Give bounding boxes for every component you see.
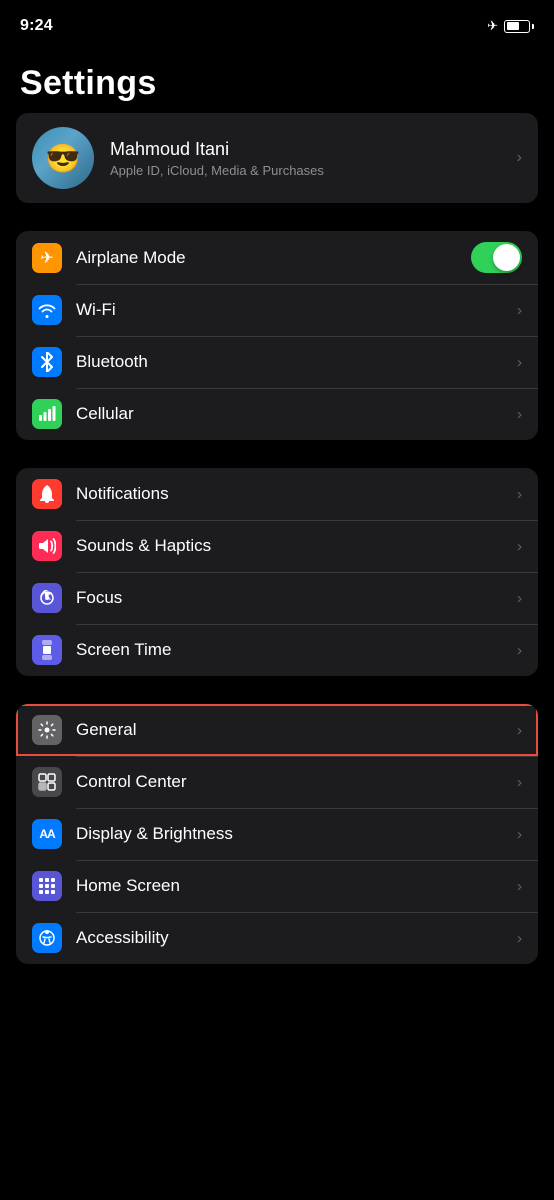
display-brightness-row[interactable]: AA Display & Brightness › [16,808,538,860]
sounds-label: Sounds & Haptics [76,536,517,556]
general-section: General › Control Center › AA Display & … [16,704,538,964]
accessibility-row[interactable]: Accessibility › [16,912,538,964]
display-brightness-icon: AA [32,819,62,849]
wifi-icon [32,295,62,325]
notifications-section: Notifications › Sounds & Haptics › [16,468,538,676]
notifications-icon [32,479,62,509]
airplane-mode-toggle[interactable] [471,242,522,273]
cellular-label: Cellular [76,404,517,424]
focus-row[interactable]: Focus › [16,572,538,624]
control-center-icon [32,767,62,797]
home-screen-row[interactable]: Home Screen › [16,860,538,912]
screen-time-row[interactable]: Screen Time › [16,624,538,676]
profile-section: 😎 Mahmoud Itani Apple ID, iCloud, Media … [16,113,538,203]
accessibility-chevron: › [517,930,522,947]
bluetooth-row[interactable]: Bluetooth › [16,336,538,388]
bluetooth-icon [32,347,62,377]
profile-name: Mahmoud Itani [110,139,324,160]
screen-time-icon [32,635,62,665]
control-center-label: Control Center [76,772,517,792]
focus-label: Focus [76,588,517,608]
cellular-icon [32,399,62,429]
connectivity-section: ✈ Airplane Mode Wi-Fi › Bluetooth › [16,231,538,440]
cellular-chevron: › [517,406,522,423]
profile-chevron: › [517,149,522,167]
avatar: 😎 [32,127,94,189]
airplane-mode-label: Airplane Mode [76,248,471,268]
home-screen-icon [32,871,62,901]
notifications-row[interactable]: Notifications › [16,468,538,520]
location-icon: ✈ [487,18,498,34]
wifi-row[interactable]: Wi-Fi › [16,284,538,336]
general-row[interactable]: General › [16,704,538,756]
battery-indicator [504,20,534,33]
status-icons: ✈ [487,18,534,34]
airplane-mode-row[interactable]: ✈ Airplane Mode [16,231,538,284]
profile-subtitle: Apple ID, iCloud, Media & Purchases [110,163,324,178]
wifi-label: Wi-Fi [76,300,517,320]
accessibility-label: Accessibility [76,928,517,948]
sounds-icon [32,531,62,561]
wifi-chevron: › [517,302,522,319]
page-title-area: Settings [0,44,554,113]
status-time: 9:24 [20,17,53,35]
general-chevron: › [517,722,522,739]
page-title: Settings [20,64,534,103]
display-brightness-chevron: › [517,826,522,843]
control-center-chevron: › [517,774,522,791]
home-screen-label: Home Screen [76,876,517,896]
cellular-row[interactable]: Cellular › [16,388,538,440]
control-center-row[interactable]: Control Center › [16,756,538,808]
sounds-chevron: › [517,538,522,555]
general-icon [32,715,62,745]
profile-row[interactable]: 😎 Mahmoud Itani Apple ID, iCloud, Media … [16,113,538,203]
screen-time-label: Screen Time [76,640,517,660]
bluetooth-chevron: › [517,354,522,371]
airplane-mode-icon: ✈ [32,243,62,273]
display-brightness-label: Display & Brightness [76,824,517,844]
screen-time-chevron: › [517,642,522,659]
sounds-row[interactable]: Sounds & Haptics › [16,520,538,572]
status-bar: 9:24 ✈ [0,0,554,44]
bluetooth-label: Bluetooth [76,352,517,372]
notifications-chevron: › [517,486,522,503]
general-label: General [76,720,517,740]
focus-chevron: › [517,590,522,607]
profile-text: Mahmoud Itani Apple ID, iCloud, Media & … [110,139,324,178]
notifications-label: Notifications [76,484,517,504]
accessibility-icon [32,923,62,953]
focus-icon [32,583,62,613]
home-screen-chevron: › [517,878,522,895]
